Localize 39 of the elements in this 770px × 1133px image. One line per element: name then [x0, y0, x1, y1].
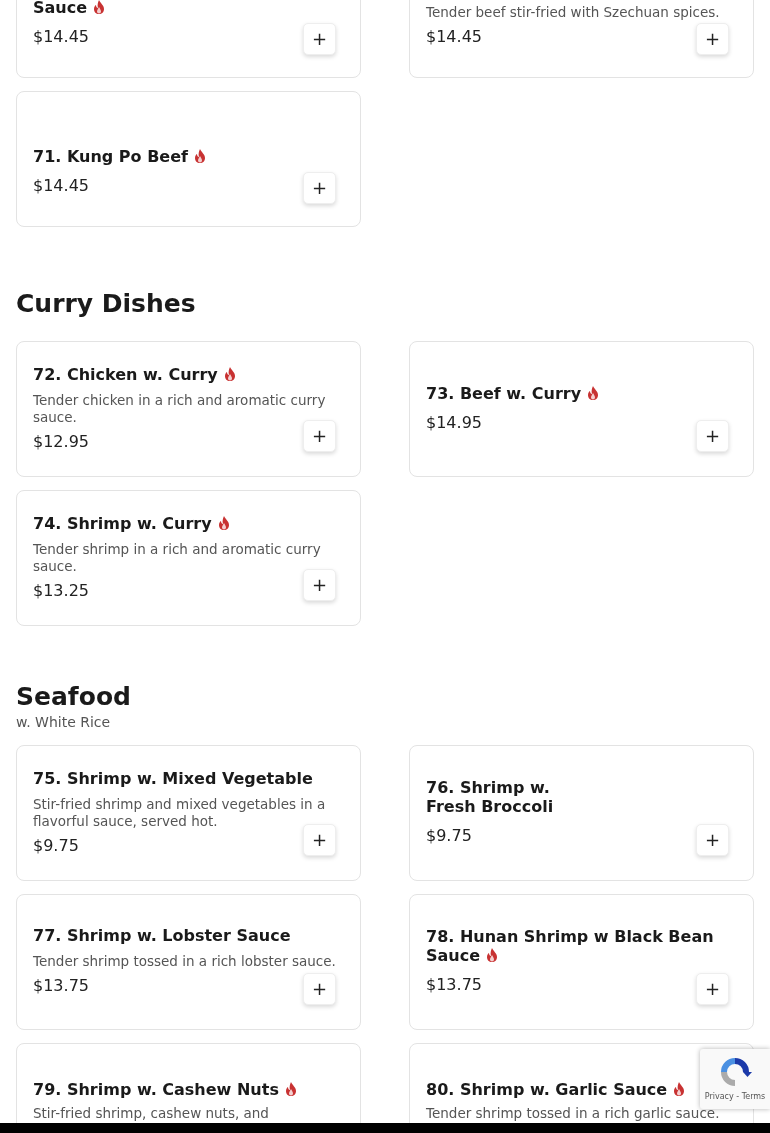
add-button[interactable]: +: [303, 569, 336, 601]
add-button[interactable]: +: [303, 420, 336, 452]
item-description: Tender beef stir-fried with Szechuan spices.: [426, 4, 720, 21]
add-button[interactable]: +: [696, 824, 729, 856]
section-heading: Seafood: [16, 682, 132, 712]
section-heading: Curry Dishes: [16, 289, 197, 319]
item-price: $14.45: [33, 26, 89, 48]
item-name: 73. Beef w. Curry: [426, 383, 600, 403]
item-name: 74. Shrimp w. Curry: [33, 513, 344, 533]
item-name: 75. Shrimp w. Mixed Vegetable: [33, 768, 314, 788]
item-price: $9.75: [426, 825, 472, 847]
add-button[interactable]: +: [303, 172, 336, 204]
item-name: 77. Shrimp w. Lobster Sauce: [33, 926, 292, 945]
item-name: 76. Shrimp w. Fresh Broccoli: [426, 778, 554, 816]
item-price: $14.45: [33, 175, 89, 197]
item-description: Tender shrimp tossed in a rich lobster sauce.: [33, 953, 336, 970]
add-button[interactable]: +: [303, 824, 336, 856]
item-description: Tender shrimp tossed in a rich garlic sauce.: [426, 1105, 720, 1122]
add-button[interactable]: +: [696, 420, 729, 452]
item-name: 78. Hunan Shrimp w Black Bean Sauce: [426, 927, 715, 965]
add-button[interactable]: +: [303, 973, 336, 1005]
item-description: Stir-fried shrimp, cashew nuts, and: [33, 1105, 270, 1122]
item-price: $14.95: [426, 411, 482, 434]
item-name: 72. Chicken w. Curry: [33, 364, 344, 384]
item-price: $13.25: [33, 579, 89, 602]
item-price: $13.75: [426, 974, 482, 996]
add-button[interactable]: +: [303, 23, 336, 55]
item-price: $14.45: [426, 26, 482, 48]
section-subtitle: w. White Rice: [16, 713, 112, 732]
item-price: $13.75: [33, 975, 89, 997]
item-name: 71. Kung Po Beef: [33, 147, 206, 166]
add-button[interactable]: +: [696, 973, 729, 1005]
recaptcha-icon: [718, 1055, 752, 1089]
item-name: 79. Shrimp w. Cashew Nuts: [33, 1080, 297, 1099]
recaptcha-links[interactable]: Privacy - Terms: [704, 1091, 766, 1103]
item-price: $9.75: [33, 834, 79, 857]
add-button[interactable]: +: [696, 23, 729, 55]
item-name: Sauce: [33, 0, 106, 17]
item-price: $12.95: [33, 430, 89, 453]
